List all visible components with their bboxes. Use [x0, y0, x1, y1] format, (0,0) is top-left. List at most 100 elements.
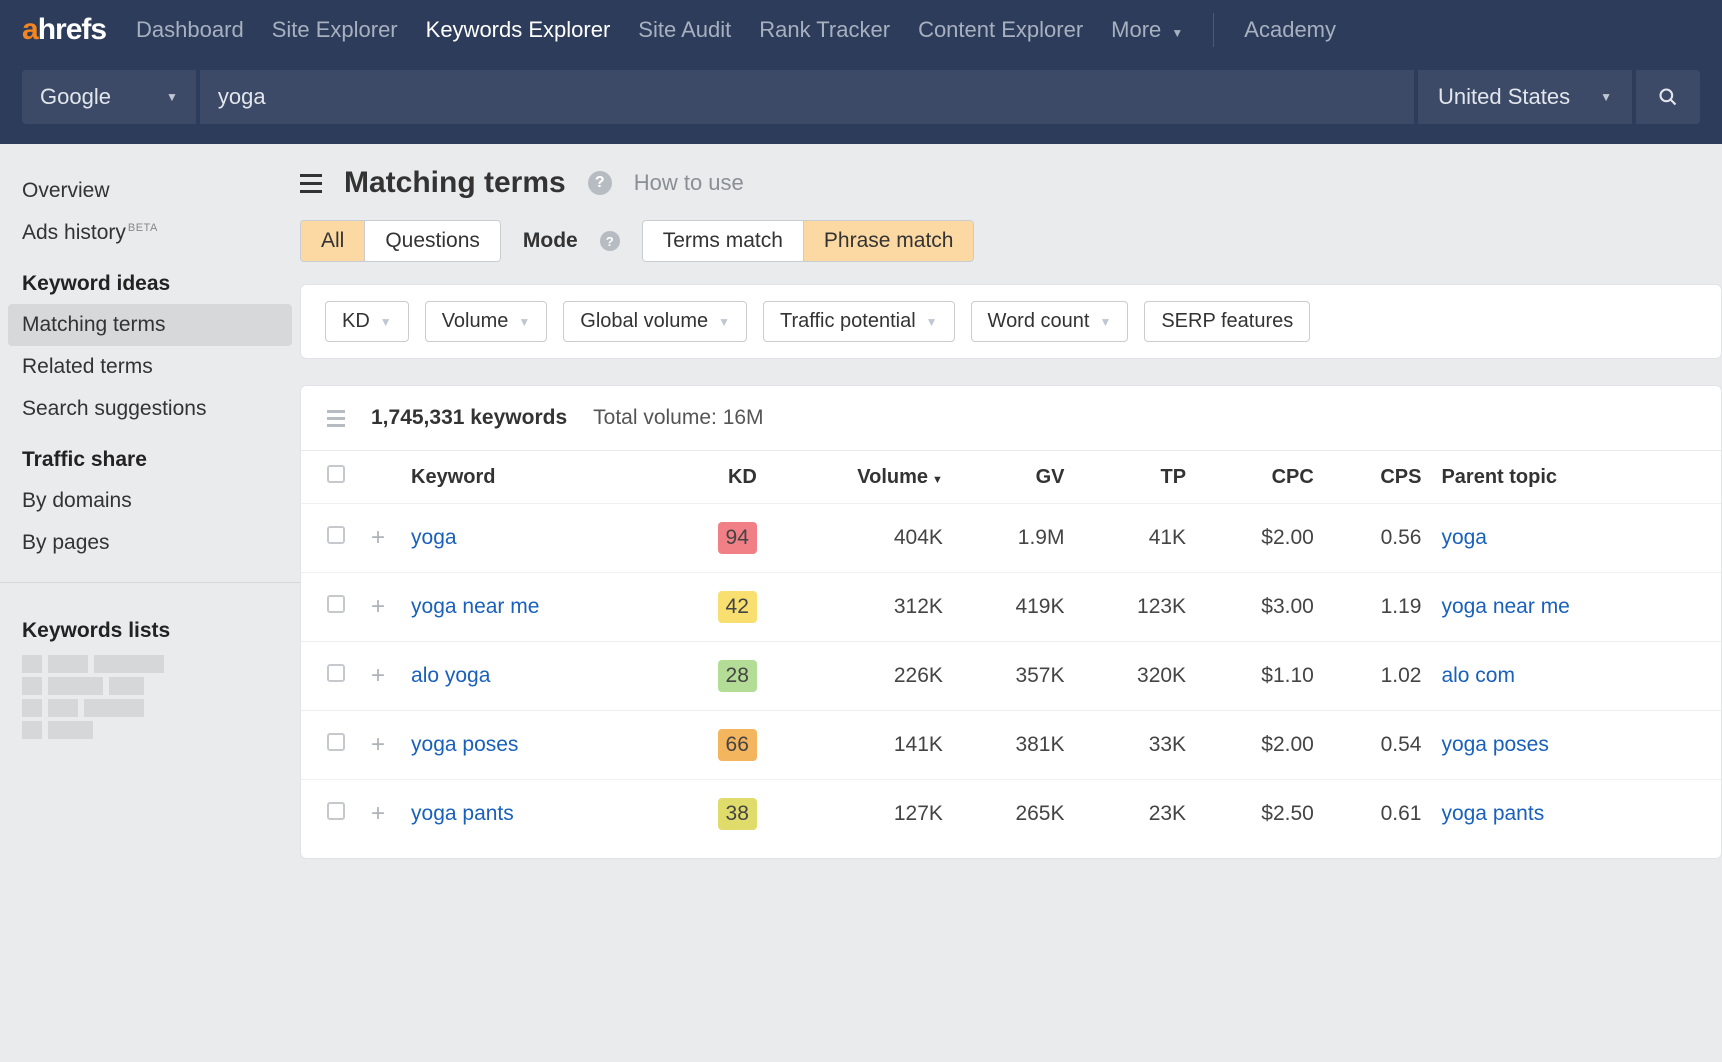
chevron-down-icon: ▼	[926, 315, 938, 329]
main-header: Matching terms ? How to use	[300, 166, 1722, 220]
cell-volume: 141K	[767, 711, 953, 780]
col-tp[interactable]: TP	[1074, 451, 1196, 504]
table-row: +yoga pants38127K265K23K$2.500.61yoga pa…	[301, 780, 1721, 849]
cell-gv: 357K	[953, 642, 1075, 711]
parent-topic-link[interactable]: yoga near me	[1441, 595, 1569, 618]
list-icon[interactable]	[327, 410, 345, 427]
how-to-use-link[interactable]: How to use	[634, 170, 744, 196]
total-volume: Total volume: 16M	[593, 406, 763, 430]
filter-kd[interactable]: KD▼	[325, 301, 409, 342]
row-checkbox[interactable]	[327, 526, 345, 544]
expand-icon[interactable]: +	[365, 800, 391, 827]
row-checkbox[interactable]	[327, 595, 345, 613]
keyword-link[interactable]: yoga poses	[411, 733, 518, 756]
chevron-down-icon: ▼	[1600, 90, 1612, 104]
filter-serp-features[interactable]: SERP features	[1144, 301, 1310, 342]
search-bar: Google ▼ United States ▼	[0, 60, 1722, 144]
tab-phrase-match[interactable]: Phrase match	[803, 221, 974, 261]
col-keyword[interactable]: Keyword	[401, 451, 662, 504]
menu-icon[interactable]	[300, 174, 322, 193]
tab-all[interactable]: All	[301, 221, 364, 261]
cell-cpc: $2.00	[1196, 504, 1324, 573]
parent-topic-link[interactable]: yoga	[1441, 526, 1487, 549]
results-panel: 1,745,331 keywords Total volume: 16M Key…	[300, 385, 1722, 859]
expand-icon[interactable]: +	[365, 524, 391, 551]
sidebar-head-ideas: Keyword ideas	[0, 254, 300, 304]
keyword-count: 1,745,331 keywords	[371, 406, 567, 430]
cell-volume: 312K	[767, 573, 953, 642]
select-all-checkbox[interactable]	[327, 465, 345, 483]
cell-cpc: $2.50	[1196, 780, 1324, 849]
blurred-list-item	[22, 677, 278, 695]
nav-site-explorer[interactable]: Site Explorer	[272, 17, 398, 43]
sidebar-by-domains[interactable]: By domains	[0, 480, 300, 522]
sidebar-head-lists: Keywords lists	[0, 601, 300, 651]
expand-icon[interactable]: +	[365, 731, 391, 758]
results-table: Keyword KD Volume▼ GV TP CPC CPS Parent …	[301, 450, 1721, 848]
sidebar: Overview Ads historyBETA Keyword ideas M…	[0, 144, 300, 859]
filter-word-count[interactable]: Word count▼	[971, 301, 1129, 342]
expand-icon[interactable]: +	[365, 593, 391, 620]
divider	[1213, 13, 1214, 47]
nav-rank-tracker[interactable]: Rank Tracker	[759, 17, 890, 43]
logo[interactable]: ahrefs	[22, 13, 106, 47]
help-icon[interactable]: ?	[600, 231, 620, 251]
col-cpc[interactable]: CPC	[1196, 451, 1324, 504]
col-parent-topic[interactable]: Parent topic	[1431, 451, 1721, 504]
nav-more[interactable]: More ▼	[1111, 17, 1183, 43]
col-gv[interactable]: GV	[953, 451, 1075, 504]
filter-global-volume[interactable]: Global volume▼	[563, 301, 747, 342]
blurred-list-item	[22, 655, 278, 673]
divider	[0, 582, 300, 583]
table-row: +yoga near me42312K419K123K$3.001.19yoga…	[301, 573, 1721, 642]
tab-terms-match[interactable]: Terms match	[643, 221, 803, 261]
row-checkbox[interactable]	[327, 733, 345, 751]
mode-label: Mode	[523, 229, 578, 253]
keyword-link[interactable]: yoga near me	[411, 595, 539, 618]
cell-tp: 33K	[1074, 711, 1196, 780]
sidebar-search-suggestions[interactable]: Search suggestions	[0, 388, 300, 430]
chevron-down-icon: ▼	[166, 90, 178, 104]
filter-traffic-potential[interactable]: Traffic potential▼	[763, 301, 955, 342]
nav-keywords-explorer[interactable]: Keywords Explorer	[426, 17, 611, 43]
tab-group-type: All Questions	[300, 220, 501, 262]
page-title: Matching terms	[344, 166, 566, 200]
help-icon[interactable]: ?	[588, 171, 612, 195]
sidebar-head-traffic: Traffic share	[0, 430, 300, 480]
parent-topic-link[interactable]: alo com	[1441, 664, 1515, 687]
kd-badge: 28	[718, 660, 757, 692]
col-volume[interactable]: Volume▼	[767, 451, 953, 504]
col-kd[interactable]: KD	[662, 451, 767, 504]
sidebar-related-terms[interactable]: Related terms	[0, 346, 300, 388]
cell-cps: 0.61	[1324, 780, 1432, 849]
nav-academy[interactable]: Academy	[1244, 17, 1336, 43]
sidebar-overview[interactable]: Overview	[0, 170, 300, 212]
filter-bar: KD▼ Volume▼ Global volume▼ Traffic poten…	[300, 284, 1722, 359]
search-button[interactable]	[1636, 70, 1700, 124]
expand-icon[interactable]: +	[365, 662, 391, 689]
tab-group-match: Terms match Phrase match	[642, 220, 975, 262]
filter-volume[interactable]: Volume▼	[425, 301, 548, 342]
nav-dashboard[interactable]: Dashboard	[136, 17, 244, 43]
col-cps[interactable]: CPS	[1324, 451, 1432, 504]
search-input[interactable]	[218, 84, 1396, 110]
nav-content-explorer[interactable]: Content Explorer	[918, 17, 1083, 43]
beta-badge: BETA	[128, 222, 158, 234]
parent-topic-link[interactable]: yoga pants	[1441, 802, 1544, 825]
tab-questions[interactable]: Questions	[364, 221, 500, 261]
keyword-link[interactable]: alo yoga	[411, 664, 490, 687]
row-checkbox[interactable]	[327, 664, 345, 682]
keyword-link[interactable]: yoga pants	[411, 802, 514, 825]
chevron-down-icon: ▼	[718, 315, 730, 329]
keyword-link[interactable]: yoga	[411, 526, 457, 549]
sidebar-matching-terms[interactable]: Matching terms	[8, 304, 292, 346]
sidebar-ads-history[interactable]: Ads historyBETA	[0, 212, 300, 254]
row-checkbox[interactable]	[327, 802, 345, 820]
parent-topic-link[interactable]: yoga poses	[1441, 733, 1548, 756]
cell-cps: 1.02	[1324, 642, 1432, 711]
search-engine-select[interactable]: Google ▼	[22, 70, 196, 124]
nav-site-audit[interactable]: Site Audit	[638, 17, 731, 43]
country-select[interactable]: United States ▼	[1418, 70, 1632, 124]
kd-badge: 38	[718, 798, 757, 830]
sidebar-by-pages[interactable]: By pages	[0, 522, 300, 564]
